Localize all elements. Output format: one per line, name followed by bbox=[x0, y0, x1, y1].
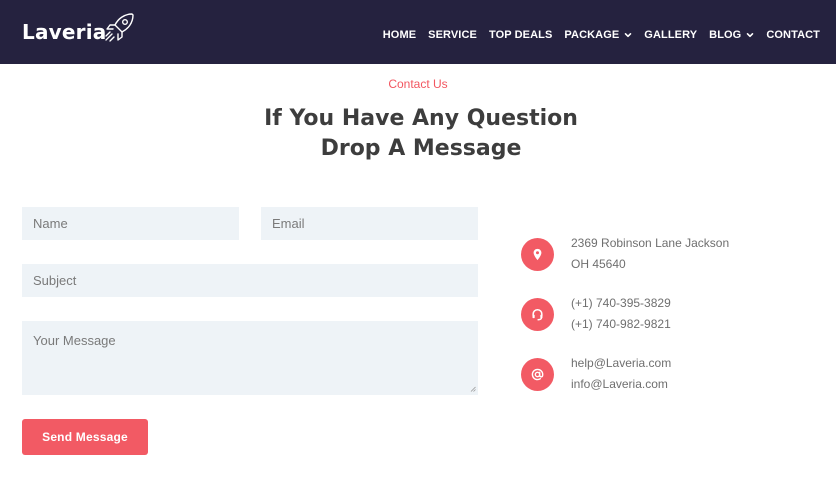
nav-label: TOP DEALS bbox=[488, 29, 553, 41]
resize-grip-icon[interactable] bbox=[470, 386, 476, 392]
nav-contact[interactable]: CONTACT bbox=[766, 29, 820, 41]
subject-field[interactable] bbox=[22, 264, 478, 297]
name-field[interactable] bbox=[22, 207, 239, 240]
nav-label: SERVICE bbox=[428, 29, 477, 41]
phone-line-2[interactable]: (+1) 740-982-9821 bbox=[571, 314, 671, 335]
title-line-2: Drop A Message bbox=[320, 136, 522, 161]
address-line-2: OH 45640 bbox=[571, 257, 626, 271]
map-pin-icon bbox=[521, 237, 554, 271]
phone-text: (+1) 740-395-3829 (+1) 740-982-9821 bbox=[571, 293, 671, 335]
nav-top-deals[interactable]: TOP DEALS bbox=[489, 29, 552, 41]
nav-blog[interactable]: BLOG bbox=[709, 29, 754, 41]
email-line-1[interactable]: help@Laveria.com bbox=[571, 353, 671, 374]
nav-gallery[interactable]: GALLERY bbox=[644, 29, 697, 41]
address-line-1: 2369 Robinson Lane Jackson bbox=[571, 236, 730, 250]
section-title: If You Have Any Question Drop A Message bbox=[0, 104, 836, 164]
nav-service[interactable]: SERVICE bbox=[428, 29, 477, 41]
nav-label: PACKAGE bbox=[564, 29, 620, 41]
nav-label: BLOG bbox=[709, 29, 742, 41]
rocket-icon bbox=[105, 13, 135, 42]
contact-phone: (+1) 740-395-3829 (+1) 740-982-9821 bbox=[521, 293, 671, 335]
email-text: help@Laveria.com info@Laveria.com bbox=[571, 353, 671, 395]
main-nav: HOME SERVICE TOP DEALS PACKAGE GALLERY B… bbox=[371, 0, 820, 64]
at-sign-icon bbox=[521, 357, 554, 391]
address-text: 2369 Robinson Lane Jackson OH 45640 bbox=[571, 233, 729, 275]
title-line-1: If You Have Any Question bbox=[264, 106, 578, 131]
logo[interactable]: Laveria bbox=[22, 13, 138, 50]
contact-email: help@Laveria.com info@Laveria.com bbox=[521, 353, 671, 395]
phone-line-1[interactable]: (+1) 740-395-3829 bbox=[571, 293, 671, 314]
send-message-button[interactable]: Send Message bbox=[22, 419, 148, 455]
nav-package[interactable]: PACKAGE bbox=[564, 29, 632, 41]
contact-address: 2369 Robinson Lane Jackson OH 45640 bbox=[521, 233, 729, 275]
brand-name: Laveria bbox=[22, 20, 107, 44]
chevron-down-icon bbox=[624, 33, 632, 38]
nav-label: CONTACT bbox=[766, 29, 820, 41]
chevron-down-icon bbox=[747, 33, 754, 38]
site-header: Laveria HOME SERVICE TOP DEALS PACKAGE G… bbox=[0, 0, 836, 64]
section-eyebrow: Contact Us bbox=[388, 77, 448, 91]
nav-home[interactable]: HOME bbox=[383, 29, 416, 41]
email-line-2[interactable]: info@Laveria.com bbox=[571, 374, 671, 395]
email-field[interactable] bbox=[261, 207, 478, 240]
nav-label: HOME bbox=[382, 29, 417, 41]
nav-label: GALLERY bbox=[644, 29, 698, 41]
headset-icon bbox=[521, 297, 554, 331]
message-field[interactable] bbox=[22, 321, 478, 395]
